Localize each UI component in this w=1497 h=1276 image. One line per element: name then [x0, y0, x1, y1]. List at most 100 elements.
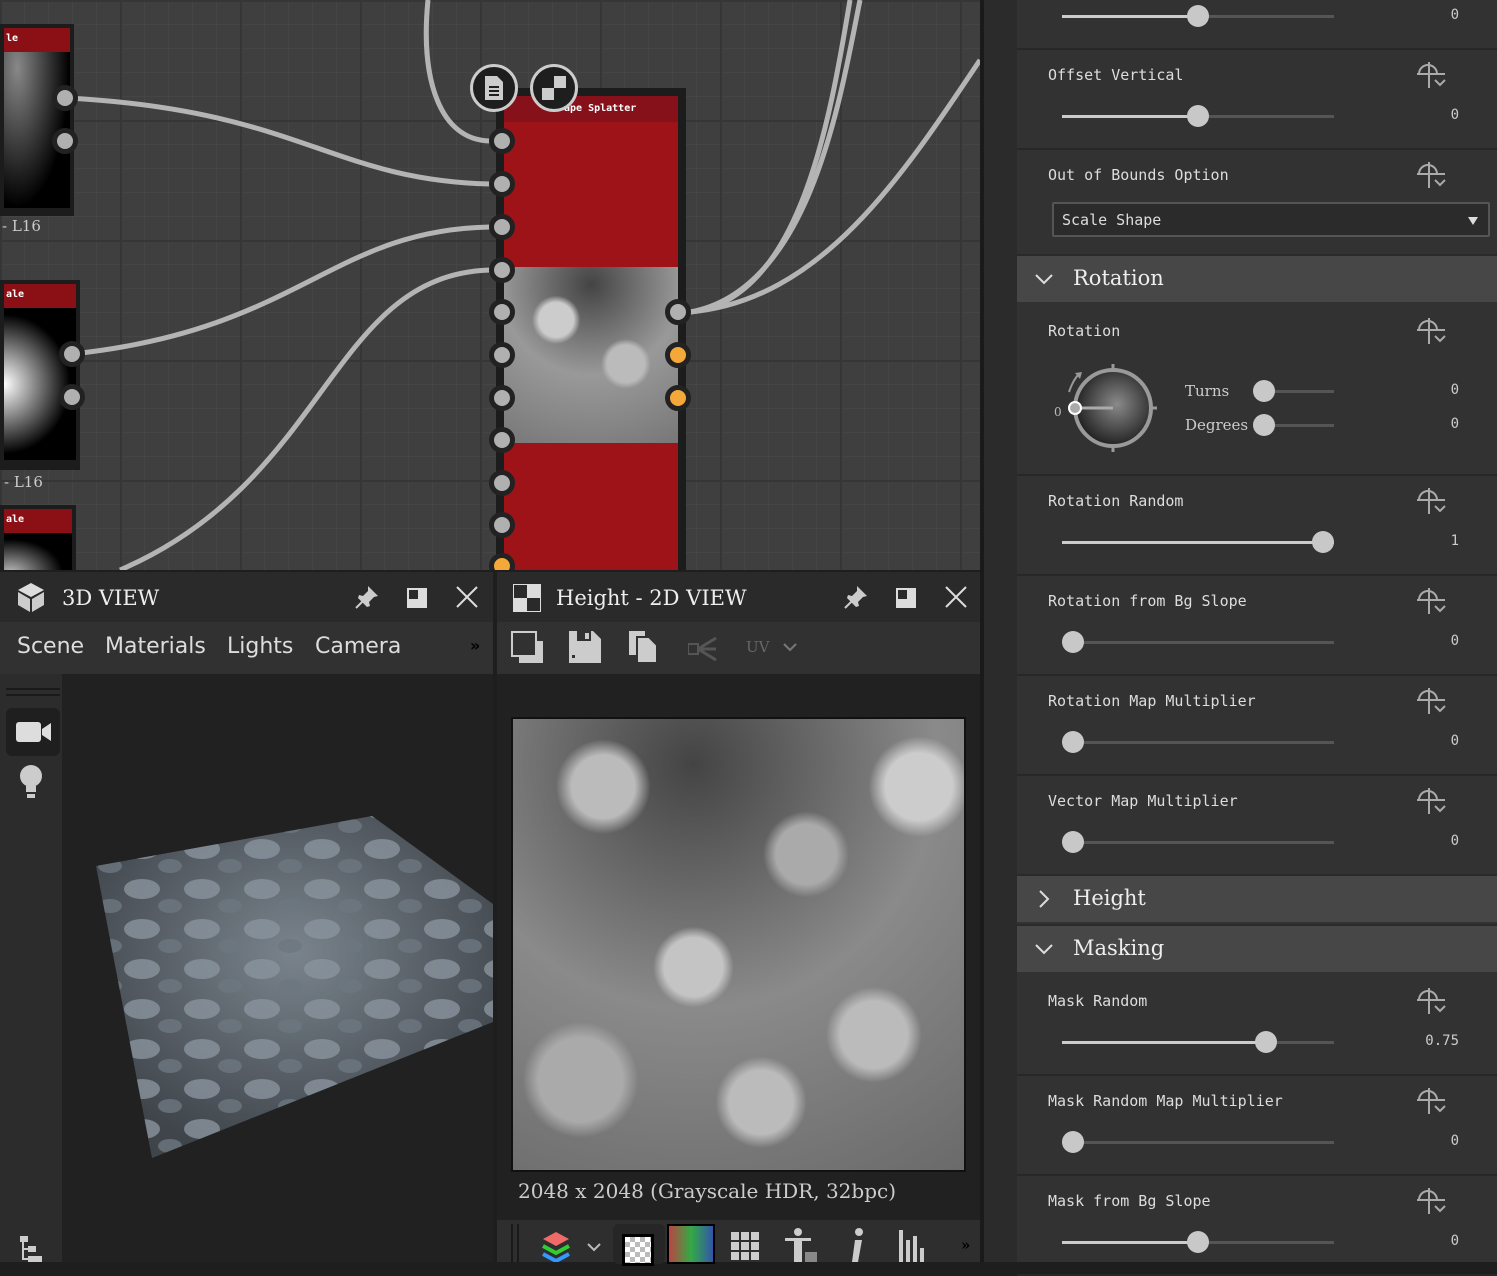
- param-value[interactable]: 0: [1451, 7, 1459, 23]
- param-value[interactable]: 0: [1451, 1233, 1459, 1249]
- node-card[interactable]: le: [0, 24, 74, 216]
- slider-knob[interactable]: [1062, 731, 1084, 753]
- param-value[interactable]: 0: [1451, 733, 1459, 749]
- param-slider[interactable]: [1062, 831, 1334, 853]
- param-slider[interactable]: [1062, 731, 1334, 753]
- param-slider[interactable]: [1062, 1031, 1334, 1053]
- input-port[interactable]: [489, 257, 515, 283]
- turns-slider[interactable]: [1253, 380, 1334, 402]
- input-port[interactable]: [489, 171, 515, 197]
- checker-button[interactable]: [613, 1224, 665, 1266]
- input-port[interactable]: [489, 299, 515, 325]
- close-icon[interactable]: [456, 586, 478, 608]
- overflow-button[interactable]: »: [961, 1236, 970, 1254]
- slider-knob[interactable]: [1255, 1031, 1277, 1053]
- node-card[interactable]: ale: [0, 505, 76, 570]
- tab-lights[interactable]: Lights: [227, 634, 293, 659]
- input-port[interactable]: [489, 214, 515, 240]
- slider-knob[interactable]: [1253, 414, 1275, 436]
- function-graph-icon[interactable]: [1415, 986, 1449, 1016]
- close-icon[interactable]: [945, 586, 967, 608]
- overflow-button[interactable]: »: [470, 636, 480, 655]
- maximize-icon[interactable]: [895, 587, 917, 609]
- figure-icon[interactable]: [785, 1228, 819, 1262]
- slider-knob[interactable]: [1253, 380, 1275, 402]
- maximize-icon[interactable]: [406, 587, 428, 609]
- height-map-image[interactable]: [511, 717, 966, 1172]
- node-graph[interactable]: le - L16 ale - L16 ale ape Splatter: [0, 0, 980, 570]
- param-value[interactable]: 0: [1451, 107, 1459, 123]
- param-slider[interactable]: [1062, 1131, 1334, 1153]
- input-port[interactable]: [489, 128, 515, 154]
- shape-splatter-node[interactable]: ape Splatter: [496, 88, 686, 570]
- function-graph-icon[interactable]: [1415, 60, 1449, 90]
- param-slider[interactable]: [1062, 5, 1334, 27]
- slider-knob[interactable]: [1187, 5, 1209, 27]
- param-value[interactable]: 0: [1451, 633, 1459, 649]
- slider-knob[interactable]: [1187, 105, 1209, 127]
- output-port[interactable]: [59, 384, 85, 410]
- tab-materials[interactable]: Materials: [105, 634, 206, 659]
- 3d-viewport[interactable]: [62, 674, 493, 1262]
- slider-knob[interactable]: [1062, 1131, 1084, 1153]
- output-port[interactable]: [52, 128, 78, 154]
- function-graph-icon[interactable]: [1415, 786, 1449, 816]
- node-card[interactable]: ale: [0, 280, 80, 470]
- degrees-value[interactable]: 0: [1451, 416, 1459, 432]
- drag-handle[interactable]: [511, 1224, 519, 1262]
- output-port[interactable]: [59, 341, 85, 367]
- tab-scene[interactable]: Scene: [17, 634, 84, 659]
- chevron-down-icon[interactable]: [587, 1242, 601, 1252]
- grid-icon[interactable]: [731, 1232, 761, 1262]
- param-slider[interactable]: [1062, 531, 1334, 553]
- chevron-down-icon[interactable]: [783, 642, 797, 652]
- pin-icon[interactable]: [843, 584, 871, 610]
- function-graph-icon[interactable]: [1415, 160, 1449, 190]
- splitter[interactable]: [980, 0, 1017, 1262]
- tab-camera[interactable]: Camera: [315, 634, 401, 659]
- share-icon[interactable]: [688, 636, 718, 664]
- hierarchy-icon[interactable]: [20, 1236, 44, 1262]
- drag-handle[interactable]: [6, 688, 60, 696]
- camera-button[interactable]: [6, 708, 60, 756]
- function-graph-icon[interactable]: [1415, 1186, 1449, 1216]
- out-of-bounds-select[interactable]: Scale Shape: [1052, 202, 1490, 237]
- input-port[interactable]: [489, 385, 515, 411]
- output-port[interactable]: [665, 299, 691, 325]
- param-value[interactable]: 0: [1451, 1133, 1459, 1149]
- input-port[interactable]: [489, 512, 515, 538]
- rotation-dial[interactable]: [1047, 360, 1159, 456]
- pin-icon[interactable]: [354, 584, 382, 610]
- layers-icon[interactable]: [541, 1230, 571, 1262]
- slider-knob[interactable]: [1312, 531, 1334, 553]
- degrees-slider[interactable]: [1253, 414, 1334, 436]
- function-graph-icon[interactable]: [1415, 1086, 1449, 1116]
- uv-dropdown[interactable]: UV: [746, 638, 769, 656]
- copy-icon[interactable]: [629, 631, 657, 663]
- function-graph-icon[interactable]: [1415, 486, 1449, 516]
- node-preview-button[interactable]: [530, 64, 578, 112]
- function-graph-icon[interactable]: [1415, 686, 1449, 716]
- output-port[interactable]: [665, 385, 691, 411]
- section-height[interactable]: Height: [1017, 874, 1497, 922]
- section-masking[interactable]: Masking: [1017, 924, 1497, 972]
- slider-knob[interactable]: [1062, 831, 1084, 853]
- function-graph-icon[interactable]: [1415, 586, 1449, 616]
- param-value[interactable]: 1: [1451, 533, 1459, 549]
- node-info-button[interactable]: [470, 64, 518, 112]
- section-rotation[interactable]: Rotation: [1017, 254, 1497, 302]
- param-slider[interactable]: [1062, 105, 1334, 127]
- info-icon[interactable]: [849, 1228, 865, 1262]
- output-port[interactable]: [52, 85, 78, 111]
- param-slider[interactable]: [1062, 1231, 1334, 1253]
- param-value[interactable]: 0: [1451, 833, 1459, 849]
- turns-value[interactable]: 0: [1451, 382, 1459, 398]
- light-bulb-icon[interactable]: [18, 764, 44, 800]
- histogram-icon[interactable]: [899, 1230, 927, 1262]
- save-icon[interactable]: [569, 631, 601, 663]
- color-gradient-icon[interactable]: [667, 1224, 715, 1264]
- slider-knob[interactable]: [1187, 1231, 1209, 1253]
- view-icon[interactable]: [511, 631, 545, 665]
- param-value[interactable]: 0.75: [1425, 1033, 1459, 1049]
- slider-knob[interactable]: [1062, 631, 1084, 653]
